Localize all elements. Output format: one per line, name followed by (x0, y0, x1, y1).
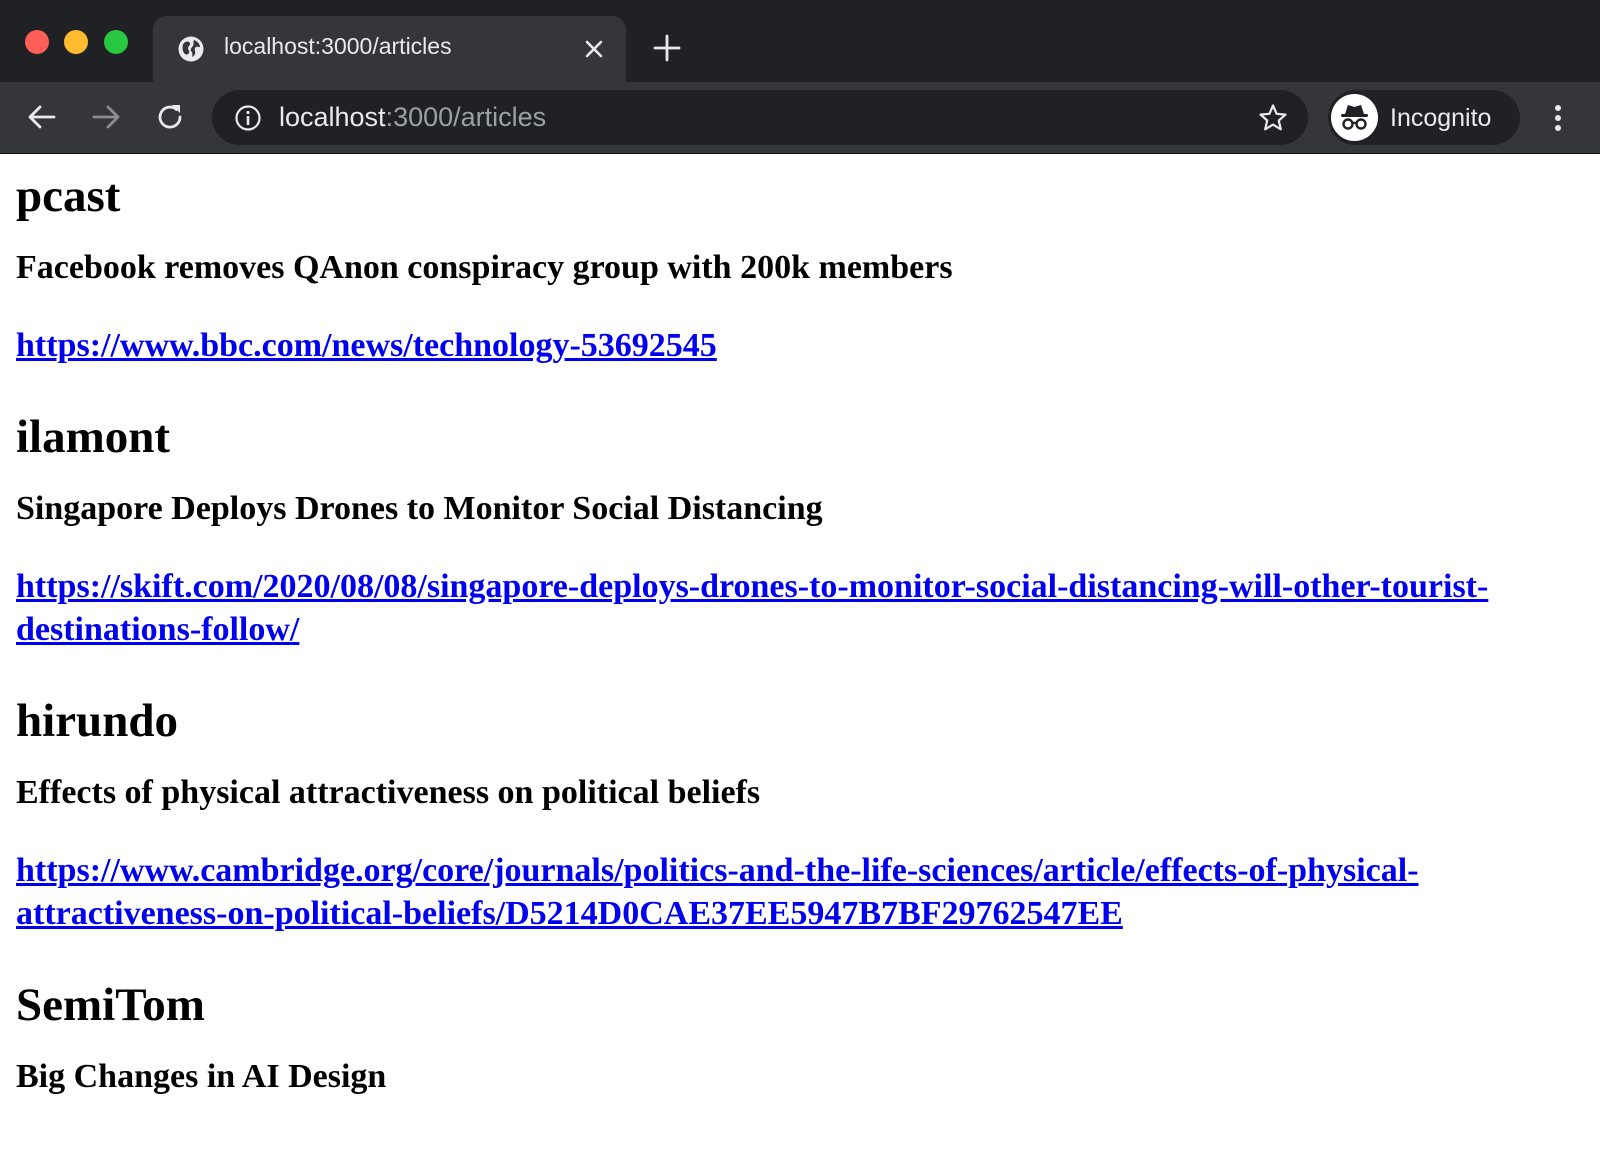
incognito-icon (1341, 105, 1368, 130)
article-author: hirundo (16, 695, 178, 747)
forward-arrow-icon[interactable] (88, 99, 124, 135)
article-link-heading: https://www.cambridge.org/core/journals/… (16, 849, 1584, 935)
article-link-heading: https://skift.com/2020/08/08/singapore-d… (16, 565, 1584, 651)
article-author: ilamont (16, 411, 171, 463)
incognito-profile-button[interactable]: Incognito (1328, 90, 1520, 145)
article-link[interactable]: https://www.bbc.com/news/technology-5369… (16, 327, 717, 364)
window-minimize-button[interactable] (64, 30, 88, 54)
article-author: SemiTom (16, 979, 205, 1031)
window-close-button[interactable] (25, 30, 49, 54)
url-path: :3000/articles (385, 102, 547, 132)
article-link[interactable]: https://skift.com/2020/08/08/singapore-d… (16, 568, 1488, 648)
back-arrow-icon[interactable] (24, 99, 60, 135)
incognito-label: Incognito (1390, 104, 1492, 132)
article-link-heading: https://www.bbc.com/news/technology-5369… (16, 324, 1584, 367)
article-item: SemiTom Big Changes in AI Design (16, 977, 1584, 1099)
page-viewport: pcast Facebook removes QAnon conspiracy … (0, 154, 1600, 1170)
info-icon[interactable] (234, 104, 262, 132)
browser-tab[interactable]: localhost:3000/articles (153, 16, 626, 82)
article-link[interactable]: https://www.cambridge.org/core/journals/… (16, 852, 1419, 932)
url-text[interactable]: localhost:3000/articles (279, 102, 546, 133)
address-bar[interactable]: localhost:3000/articles (212, 90, 1308, 145)
more-menu-icon[interactable] (1542, 98, 1574, 138)
article-title: Facebook removes QAnon conspiracy group … (16, 249, 953, 286)
articles-list: pcast Facebook removes QAnon conspiracy … (0, 168, 1600, 1099)
article-title: Effects of physical attractiveness on po… (16, 774, 761, 811)
url-host: localhost (279, 102, 386, 132)
incognito-avatar (1331, 94, 1378, 141)
new-tab-icon[interactable] (652, 33, 682, 63)
article-title: Singapore Deploys Drones to Monitor Soci… (16, 490, 823, 527)
bookmark-star-icon[interactable] (1257, 102, 1289, 134)
article-title: Big Changes in AI Design (16, 1058, 387, 1095)
globe-icon (178, 36, 204, 62)
article-item: ilamont Singapore Deploys Drones to Moni… (16, 409, 1584, 651)
close-icon[interactable] (581, 36, 607, 62)
window-maximize-button[interactable] (104, 30, 128, 54)
article-item: hirundo Effects of physical attractivene… (16, 693, 1584, 935)
tab-title: localhost:3000/articles (224, 33, 452, 59)
article-item: pcast Facebook removes QAnon conspiracy … (16, 168, 1584, 367)
article-author: pcast (16, 170, 121, 222)
reload-icon[interactable] (152, 99, 188, 135)
tab-strip: localhost:3000/articles (0, 0, 1600, 82)
browser-window: localhost:3000/articles localhost:3000/a… (0, 0, 1600, 1170)
browser-toolbar: localhost:3000/articles Incognito (0, 82, 1600, 154)
